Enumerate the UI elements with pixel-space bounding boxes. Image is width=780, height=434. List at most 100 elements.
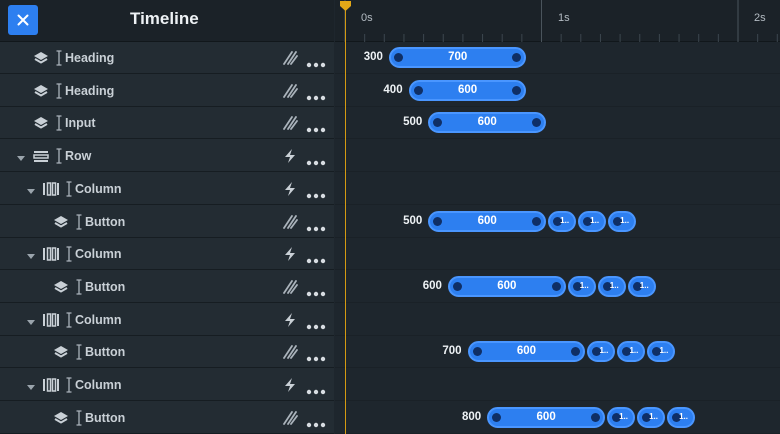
more-options-icon[interactable] xyxy=(306,349,326,362)
text-cursor-icon xyxy=(66,181,72,197)
delay-label[interactable]: 500 xyxy=(382,116,422,128)
timeline-track: 500 600 1.. 1.. 1.. xyxy=(335,206,780,238)
chevron-down-icon[interactable] xyxy=(26,314,36,325)
keyframe-end-handle[interactable] xyxy=(591,412,601,422)
extra-duration-label: 1.. xyxy=(609,280,619,290)
playhead-line[interactable] xyxy=(345,6,346,434)
more-options-icon[interactable] xyxy=(306,415,326,427)
layer-row[interactable]: Button xyxy=(0,402,334,434)
chevron-down-icon[interactable] xyxy=(16,150,26,162)
ruler-label-2: 2s xyxy=(754,12,766,24)
delay-label[interactable]: 800 xyxy=(441,411,481,423)
animation-bar[interactable]: 600 xyxy=(428,112,547,134)
layers-icon xyxy=(32,50,50,66)
chevron-down-icon[interactable] xyxy=(26,379,36,390)
layer-row[interactable]: Button xyxy=(0,271,334,303)
delay-label[interactable]: 500 xyxy=(382,215,422,227)
animation-bar[interactable]: 600 xyxy=(467,341,586,363)
layer-row[interactable]: Input xyxy=(0,107,334,140)
extra-animation-bar[interactable]: 1.. xyxy=(607,406,636,428)
layer-label: Button xyxy=(85,214,126,229)
layer-label: Column xyxy=(75,312,122,327)
layer-row[interactable]: Column xyxy=(0,238,334,271)
extra-animation-bar[interactable]: 1.. xyxy=(637,406,666,428)
close-button[interactable] xyxy=(8,5,38,35)
more-options-icon[interactable] xyxy=(306,153,326,166)
layer-row[interactable]: Column xyxy=(0,304,334,336)
more-options-icon[interactable] xyxy=(306,186,326,198)
column-icon xyxy=(42,246,60,262)
delay-label[interactable]: 700 xyxy=(422,345,461,357)
stagger-icon[interactable] xyxy=(282,344,298,360)
duration-label: 600 xyxy=(536,410,556,423)
more-options-icon[interactable] xyxy=(306,88,326,100)
extra-duration-label: 1.. xyxy=(649,411,658,421)
extra-duration-label: 1.. xyxy=(619,411,628,421)
layer-row[interactable]: Button xyxy=(0,206,334,238)
layer-row[interactable]: Button xyxy=(0,336,334,369)
column-icon xyxy=(42,181,60,197)
text-cursor-icon xyxy=(76,344,82,360)
playhead-handle[interactable] xyxy=(339,0,352,12)
extra-duration-label: 1.. xyxy=(620,215,630,225)
extra-animation-bar[interactable]: 1.. xyxy=(647,341,676,363)
stagger-icon[interactable] xyxy=(282,410,298,426)
delay-label[interactable]: 600 xyxy=(402,280,442,292)
more-options-icon[interactable] xyxy=(306,120,326,133)
more-options-icon[interactable] xyxy=(306,251,326,264)
layers-icon xyxy=(52,279,70,295)
extra-animation-bar[interactable]: 1.. xyxy=(617,341,646,363)
layer-row[interactable]: Column xyxy=(0,173,334,205)
keyframe-end-handle[interactable] xyxy=(551,281,561,291)
lightning-icon[interactable] xyxy=(282,181,298,197)
stagger-icon[interactable] xyxy=(282,50,298,66)
layer-label: Heading xyxy=(65,51,115,65)
layers-icon xyxy=(32,83,50,99)
stagger-icon[interactable] xyxy=(282,83,298,99)
stagger-icon[interactable] xyxy=(282,115,298,131)
animation-bar[interactable]: 600 xyxy=(408,79,527,101)
extra-animation-bar[interactable]: 1.. xyxy=(667,406,696,428)
layer-label: Button xyxy=(85,345,126,360)
lightning-icon[interactable] xyxy=(282,312,298,328)
extra-animation-bar[interactable]: 1.. xyxy=(597,275,626,297)
more-options-icon[interactable] xyxy=(306,317,326,329)
chevron-down-icon[interactable] xyxy=(26,248,36,260)
more-options-icon[interactable] xyxy=(306,284,326,297)
animation-bar[interactable]: 600 xyxy=(447,275,566,297)
lightning-icon[interactable] xyxy=(282,246,298,262)
extra-animation-bar[interactable]: 1.. xyxy=(608,210,637,232)
text-cursor-icon xyxy=(66,246,72,262)
delay-label[interactable]: 400 xyxy=(363,84,402,96)
layers-icon xyxy=(52,410,70,426)
stagger-icon[interactable] xyxy=(282,279,298,295)
delay-label[interactable]: 300 xyxy=(343,51,383,63)
lightning-icon[interactable] xyxy=(282,148,298,164)
animation-bar[interactable]: 600 xyxy=(428,210,547,232)
extra-animation-bar[interactable]: 1.. xyxy=(548,210,577,232)
more-options-icon[interactable] xyxy=(306,219,326,231)
extra-animation-bar[interactable]: 1.. xyxy=(627,275,656,297)
animation-bar[interactable]: 700 xyxy=(388,47,527,68)
lightning-icon[interactable] xyxy=(282,377,298,393)
keyframe-end-handle[interactable] xyxy=(532,216,542,226)
ruler-label-0: 0s xyxy=(361,12,373,24)
extra-duration-label: 1.. xyxy=(560,215,570,225)
animation-bar[interactable]: 600 xyxy=(487,406,606,428)
layer-row[interactable]: Row xyxy=(0,140,334,173)
layer-row[interactable]: Column xyxy=(0,369,334,401)
more-options-icon[interactable] xyxy=(306,55,326,68)
layer-row[interactable]: Heading xyxy=(0,75,334,107)
more-options-icon[interactable] xyxy=(306,382,326,395)
text-cursor-icon xyxy=(76,410,82,426)
extra-animation-bar[interactable]: 1.. xyxy=(587,341,616,363)
layer-label: Button xyxy=(85,410,126,425)
chevron-down-icon[interactable] xyxy=(26,183,36,194)
time-ruler[interactable]: 0s 1s 2s xyxy=(335,0,780,42)
extra-animation-bar[interactable]: 1.. xyxy=(578,210,607,232)
layer-row[interactable]: Heading xyxy=(0,42,334,74)
layer-label: Input xyxy=(65,116,96,131)
stagger-icon[interactable] xyxy=(282,214,298,230)
extra-animation-bar[interactable]: 1.. xyxy=(567,275,596,297)
column-icon xyxy=(42,312,60,328)
